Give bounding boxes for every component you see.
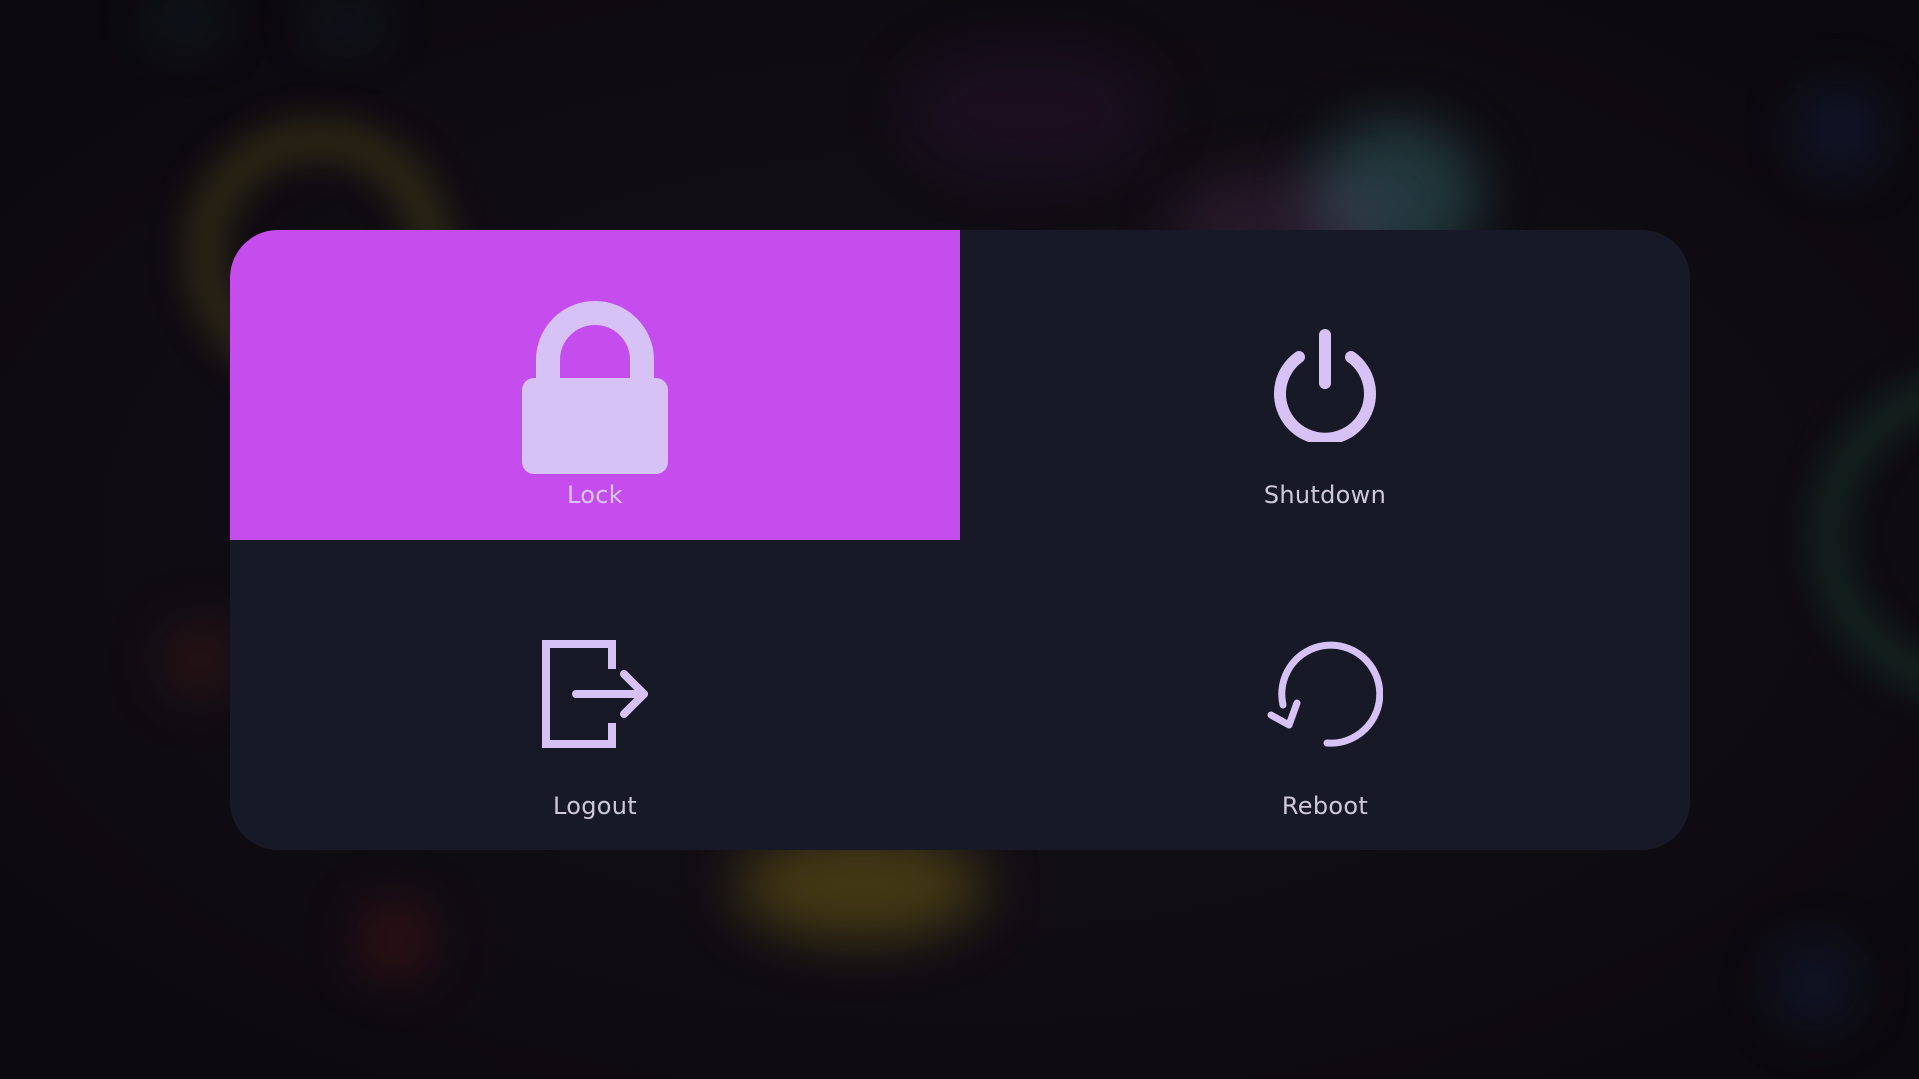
shutdown-option[interactable]: Shutdown xyxy=(960,230,1690,540)
reboot-icon xyxy=(1267,641,1383,747)
power-menu-panel: Lock Shutdown Logout Reboot xyxy=(230,230,1690,850)
logout-label: Logout xyxy=(553,792,637,820)
logout-icon xyxy=(542,640,648,748)
lock-option[interactable]: Lock xyxy=(230,230,960,540)
wallpaper-blob-red-2 xyxy=(165,625,235,695)
power-icon xyxy=(1274,329,1376,442)
wallpaper-blob-blue-2 xyxy=(1775,945,1855,1025)
shutdown-label: Shutdown xyxy=(1263,481,1387,509)
lock-icon xyxy=(522,301,668,474)
reboot-option[interactable]: Reboot xyxy=(960,540,1690,850)
wallpaper-blob-blue xyxy=(1800,90,1880,170)
wallpaper-blob-red xyxy=(360,905,430,975)
wallpaper-ring-green xyxy=(1810,370,1919,702)
reboot-label: Reboot xyxy=(1281,792,1369,820)
desktop-background: Lock Shutdown Logout Reboot xyxy=(0,0,1919,1079)
wallpaper-blob-teal-3 xyxy=(310,0,380,40)
wallpaper-blob-violet xyxy=(900,40,1160,180)
logout-option[interactable]: Logout xyxy=(230,540,960,850)
wallpaper-blob-teal-2 xyxy=(150,0,220,40)
lock-label: Lock xyxy=(567,481,623,509)
